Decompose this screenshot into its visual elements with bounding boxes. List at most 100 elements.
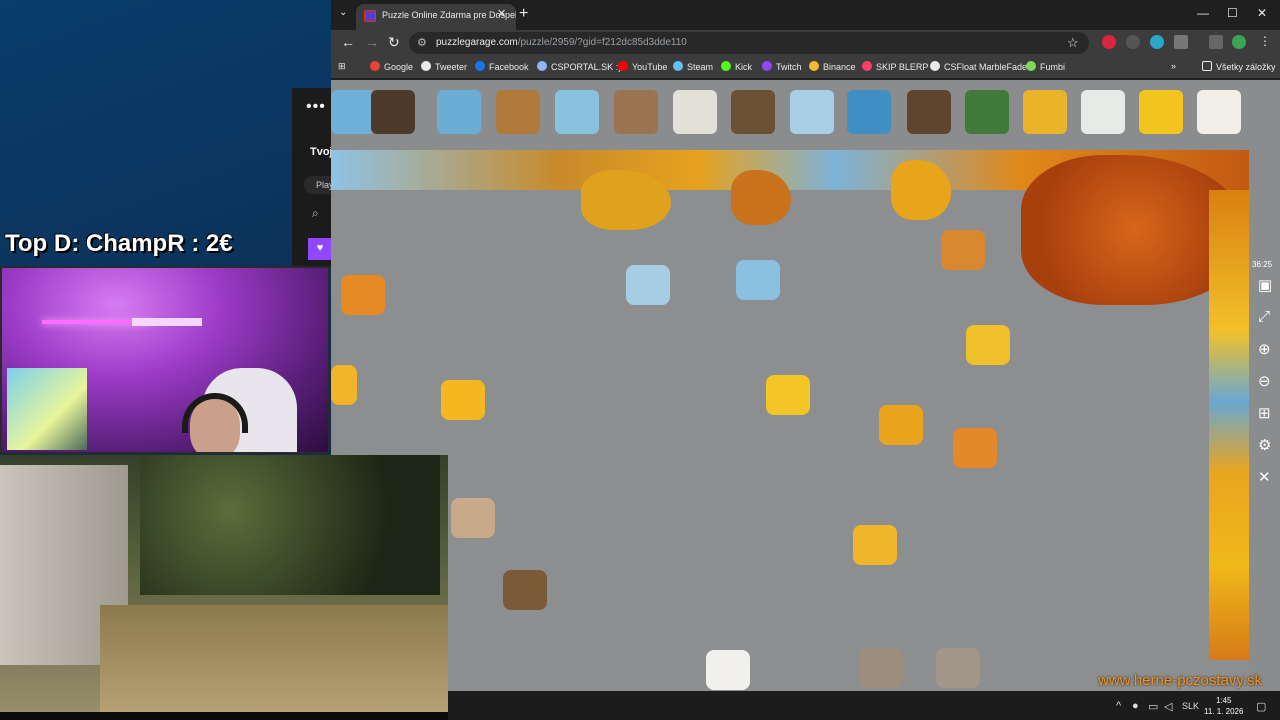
minimize-icon[interactable]: — [1197, 6, 1209, 20]
search-icon[interactable]: ⌕ [312, 206, 319, 221]
tray-piece[interactable] [496, 90, 540, 134]
wall-shelf [132, 318, 202, 326]
binance-icon [809, 61, 819, 71]
bookmarks-overflow-icon[interactable]: » [1171, 61, 1176, 71]
extension-red-icon[interactable] [1102, 35, 1116, 49]
bookmark-google[interactable]: Google [370, 61, 413, 72]
all-bookmarks[interactable]: Všetky záložky [1202, 61, 1276, 72]
site-info-icon[interactable]: ⚙ [417, 36, 427, 49]
pc-case [7, 368, 87, 450]
loose-piece[interactable] [451, 498, 495, 538]
bookmark-steam[interactable]: Steam [673, 61, 713, 72]
close-window-icon[interactable]: ✕ [1257, 6, 1267, 20]
bookmark-fumbi[interactable]: Fumbi [1026, 61, 1065, 72]
puzzle-viewport[interactable] [331, 80, 1280, 720]
tray-piece[interactable] [437, 90, 481, 134]
loose-piece[interactable] [953, 428, 997, 468]
media-controls-icon[interactable] [1209, 35, 1223, 49]
top-donation-label: Top D: ChampR : 2€ [5, 230, 233, 257]
bookmark-tweeter[interactable]: Tweeter [421, 61, 467, 72]
loose-piece[interactable] [859, 648, 903, 688]
profile-avatar-icon[interactable] [1232, 35, 1246, 49]
bookmark-twitch[interactable]: Twitch [762, 61, 802, 72]
language-indicator[interactable]: SLK [1182, 701, 1199, 711]
more-options-icon[interactable]: ••• [306, 98, 326, 116]
apps-grid-icon[interactable]: ⊞ [338, 61, 346, 72]
tray-piece[interactable] [731, 90, 775, 134]
tray-piece[interactable] [371, 90, 415, 134]
loose-piece[interactable] [331, 365, 357, 405]
heart-icon[interactable]: ♥ [308, 238, 332, 260]
tray-piece[interactable] [907, 90, 951, 134]
loose-piece[interactable] [966, 325, 1010, 365]
loose-piece[interactable] [341, 275, 385, 315]
tray-piece[interactable] [1023, 90, 1067, 134]
desktop-play-pill[interactable]: Play [304, 176, 334, 194]
extension-dark-icon[interactable] [1126, 35, 1140, 49]
loose-piece[interactable] [503, 570, 547, 610]
zoom-out-icon[interactable]: ⊖ [1258, 372, 1271, 390]
tray-piece[interactable] [614, 90, 658, 134]
bookmark-csportal[interactable]: CSPORTAL.SK :) [537, 61, 621, 72]
loose-piece[interactable] [706, 650, 750, 690]
tray-piece[interactable] [673, 90, 717, 134]
folder-icon [1202, 61, 1212, 71]
maximize-icon[interactable]: ☐ [1227, 6, 1238, 20]
notifications-icon[interactable]: ▢ [1256, 700, 1266, 713]
settings-gear-icon[interactable]: ⚙ [1258, 436, 1271, 454]
browser-menu-icon[interactable]: ⋮ [1259, 34, 1271, 48]
address-bar[interactable]: ⚙ puzzlegarage.com/puzzle/2959/?gid=f212… [409, 32, 1089, 54]
tray-piece[interactable] [965, 90, 1009, 134]
extensions-puzzle-icon[interactable] [1174, 35, 1188, 49]
kick-icon [721, 61, 731, 71]
bookmark-skip-blerp[interactable]: SKIP BLERP [862, 61, 928, 72]
bookmark-kick[interactable]: Kick [721, 61, 752, 72]
bookmark-binance[interactable]: Binance [809, 61, 856, 72]
tray-piece[interactable] [1081, 90, 1125, 134]
piece-tray[interactable] [331, 80, 1280, 150]
microphone-icon[interactable]: ● [1132, 700, 1139, 712]
close-icon[interactable]: ✕ [1258, 468, 1271, 486]
forward-icon[interactable]: → [365, 34, 379, 50]
tab-strip: ⌄ Puzzle Online Zdarma pre Dospelých ✕ +… [331, 0, 1280, 30]
preview-image-icon[interactable]: ▣ [1258, 276, 1272, 294]
tray-piece[interactable] [1197, 90, 1241, 134]
zoom-in-icon[interactable]: ⊕ [1258, 340, 1271, 358]
csfloat-icon [930, 61, 940, 71]
show-hidden-icons-icon[interactable]: ^ [1116, 700, 1121, 712]
outdoor-camera-feed [0, 455, 448, 712]
loose-piece[interactable] [766, 375, 810, 415]
network-icon[interactable]: ▭ [1148, 700, 1158, 713]
active-tab[interactable]: Puzzle Online Zdarma pre Dospelých [356, 4, 516, 30]
puzzle-timer: 36:25 [1252, 260, 1273, 269]
tray-piece[interactable] [790, 90, 834, 134]
back-icon[interactable]: ← [341, 34, 355, 50]
loose-piece[interactable] [441, 380, 485, 420]
bookmark-star-icon[interactable]: ☆ [1067, 35, 1079, 51]
bookmark-csfloat[interactable]: CSFloat MarbleFade [930, 61, 1027, 72]
reload-icon[interactable]: ↻ [388, 34, 400, 51]
loose-piece[interactable] [936, 648, 980, 688]
extension-blue-icon[interactable] [1150, 35, 1164, 49]
sort-pieces-icon[interactable]: ⊞ [1258, 404, 1271, 422]
bookmark-youtube[interactable]: YouTube [618, 61, 667, 72]
tray-piece[interactable] [847, 90, 891, 134]
loose-piece[interactable] [941, 230, 985, 270]
csportal-icon [537, 61, 547, 71]
volume-icon[interactable]: ◁ [1164, 700, 1172, 713]
tray-piece[interactable] [1139, 90, 1183, 134]
tray-piece[interactable] [555, 90, 599, 134]
fullscreen-icon[interactable]: ⤢ [1258, 308, 1270, 325]
loose-piece[interactable] [879, 405, 923, 445]
tray-piece[interactable] [331, 90, 375, 134]
new-tab-icon[interactable]: + [519, 5, 528, 23]
loose-piece[interactable] [853, 525, 897, 565]
bookmark-facebook[interactable]: Facebook [475, 61, 529, 72]
x-icon [421, 61, 431, 71]
close-tab-icon[interactable]: ✕ [497, 7, 506, 20]
url-path: /puzzle/2959/?gid=f212dc85d3dde110 [517, 37, 687, 48]
loose-piece[interactable] [736, 260, 780, 300]
tab-search-menu-icon[interactable]: ⌄ [339, 7, 347, 18]
taskbar-clock[interactable]: 1:45 11. 1. 2026 [1204, 695, 1243, 717]
loose-piece[interactable] [626, 265, 670, 305]
